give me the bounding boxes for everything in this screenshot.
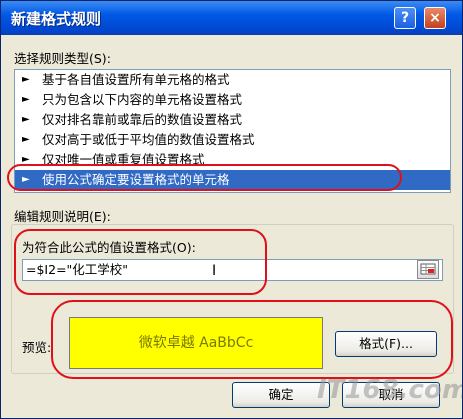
- rule-type-label: 选择规则类型(S):: [14, 51, 111, 66]
- rule-type-item-label: 仅对高于或低于平均值的数值设置格式: [42, 132, 255, 147]
- rule-type-item[interactable]: ► 基于各自值设置所有单元格的格式: [15, 70, 450, 90]
- site-watermark: IT168.com: [317, 375, 463, 405]
- help-button[interactable]: ?: [394, 7, 416, 29]
- play-arrow-icon: ►: [22, 94, 30, 105]
- ok-button[interactable]: 确定: [232, 382, 330, 408]
- rule-type-item[interactable]: ► 仅对排名靠前或靠后的数值设置格式: [15, 110, 450, 130]
- new-format-rule-dialog: 新建格式规则 ? × 选择规则类型(S): ► 基于各自值设置所有单元格的格式 ►…: [0, 0, 463, 419]
- title-bar[interactable]: 新建格式规则 ? ×: [1, 1, 462, 35]
- close-button[interactable]: ×: [424, 7, 446, 29]
- play-arrow-icon: ►: [22, 134, 30, 145]
- rule-type-item-label: 只为包含以下内容的单元格设置格式: [42, 92, 243, 107]
- rule-description-label: 编辑规则说明(E):: [14, 209, 111, 224]
- rule-type-item[interactable]: ► 只为包含以下内容的单元格设置格式: [15, 90, 450, 110]
- dialog-title: 新建格式规则: [11, 10, 102, 28]
- play-arrow-icon: ►: [22, 114, 30, 125]
- highlight-ring-rule-type: [7, 164, 402, 191]
- close-icon: ×: [429, 10, 441, 26]
- collapse-dialog-button[interactable]: [417, 260, 439, 279]
- highlight-ring-preview: [51, 300, 453, 379]
- rule-type-item-label: 基于各自值设置所有单元格的格式: [42, 72, 230, 87]
- highlight-ring-formula: [14, 229, 267, 295]
- range-select-icon: [420, 263, 436, 275]
- rule-type-item-label: 仅对排名靠前或靠后的数值设置格式: [42, 112, 243, 127]
- rule-type-item[interactable]: ► 仅对高于或低于平均值的数值设置格式: [15, 130, 450, 150]
- preview-label: 预览:: [22, 340, 52, 355]
- play-arrow-icon: ►: [22, 74, 30, 85]
- help-icon: ?: [400, 10, 410, 26]
